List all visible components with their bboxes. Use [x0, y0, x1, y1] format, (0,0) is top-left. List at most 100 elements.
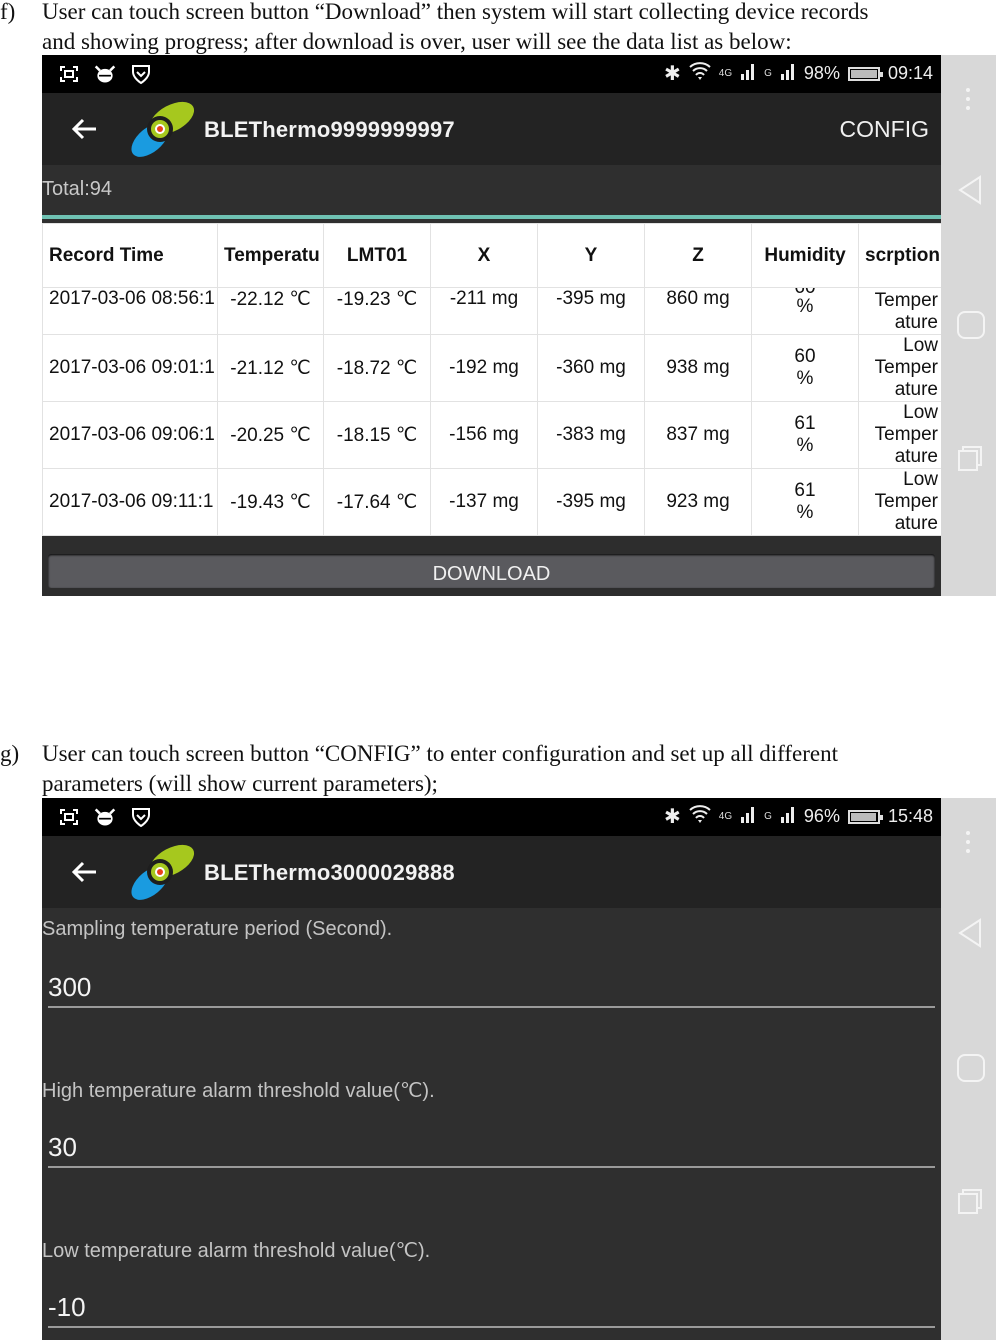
signal-icon-2 — [780, 805, 796, 828]
header-z[interactable]: Z — [644, 223, 752, 288]
menu-dots-icon[interactable] — [965, 830, 971, 854]
section-f-line-2: and showing progress; after download is … — [42, 29, 792, 54]
table-row[interactable]: 2017-03-06 09:06:1 -20.25 ℃ -18.15 ℃ -15… — [42, 401, 942, 469]
header-temperature[interactable]: Temperatu — [217, 223, 324, 288]
cell-description: Low Temper ature — [858, 468, 942, 536]
table-row[interactable]: 2017-03-06 08:56:1 -22.12 ℃ -19.23 ℃ -21… — [42, 287, 942, 335]
wifi-icon — [689, 805, 711, 828]
cell-y: -383 mg — [537, 401, 645, 469]
description-line: Low — [903, 469, 938, 491]
header-x[interactable]: X — [430, 223, 538, 288]
clock: 15:48 — [887, 806, 933, 826]
description-line: Temper — [874, 357, 938, 378]
cell-temperature: -20.25 ℃ — [217, 401, 324, 469]
section-f-marker: f) — [0, 0, 16, 24]
header-lmt01[interactable]: LMT01 — [323, 223, 431, 288]
cell-humidity: 61% — [751, 401, 859, 469]
network-4g-label: 4G — [718, 68, 733, 79]
app-logo-icon — [131, 101, 195, 157]
low-alarm-label: Low temperature alarm threshold value(℃)… — [42, 1240, 431, 1262]
high-alarm-input[interactable]: 30 — [48, 1132, 77, 1163]
cell-x: -211 mg — [430, 287, 538, 335]
cell-temperature: -22.12 ℃ — [217, 287, 324, 335]
nav-home-icon[interactable] — [957, 1054, 985, 1082]
screenshot-config: ✱ 4G G 96% 15:48 BLEThermo3000029888 Sam… — [42, 798, 996, 1340]
cell-x: -137 mg — [430, 468, 538, 536]
nav-recent-apps-icon[interactable] — [958, 1188, 982, 1214]
humidity-unit: % — [796, 368, 814, 389]
description-line: ature — [894, 446, 938, 467]
header-humidity[interactable]: Humidity — [751, 223, 859, 288]
network-g-label: G — [764, 68, 772, 79]
cell-time: 2017-03-06 09:11:1 — [42, 468, 218, 536]
low-alarm-input[interactable]: -10 — [48, 1292, 86, 1323]
cell-time: 2017-03-06 09:06:1 — [42, 401, 218, 469]
config-screen: ✱ 4G G 96% 15:48 BLEThermo3000029888 Sam… — [42, 798, 941, 1340]
bull-app-icon — [94, 63, 116, 85]
cell-z: 923 mg — [644, 468, 752, 536]
menu-dots-icon[interactable] — [965, 87, 971, 111]
wifi-icon — [689, 62, 711, 85]
status-bar: ✱ 4G G 98% 09:14 — [42, 55, 941, 93]
signal-icon — [740, 805, 756, 828]
humidity-value: 60 — [794, 346, 816, 367]
nav-back-icon[interactable] — [957, 918, 983, 948]
sampling-period-input[interactable]: 300 — [48, 972, 91, 1003]
back-arrow-icon[interactable] — [68, 113, 100, 145]
cell-humidity: 60% — [751, 287, 859, 335]
section-f-text: f) User can touch screen button “Downloa… — [0, 0, 996, 57]
cell-z: 860 mg — [644, 287, 752, 335]
signal-icon — [740, 62, 756, 85]
humidity-unit: % — [796, 296, 814, 317]
download-button[interactable]: DOWNLOAD — [48, 554, 935, 588]
back-arrow-icon[interactable] — [68, 856, 100, 888]
header-y[interactable]: Y — [537, 223, 645, 288]
description-line: Low — [903, 335, 938, 357]
cell-description: Low Temper ature — [858, 334, 942, 402]
section-g-text: g) User can touch screen button “CONFIG”… — [0, 739, 996, 799]
cell-time: 2017-03-06 09:01:1 — [42, 334, 218, 402]
device-title: BLEThermo9999999997 — [204, 117, 455, 142]
screenshot-icon — [58, 63, 80, 85]
cell-lmt01: -18.72 ℃ — [323, 334, 431, 402]
total-count: Total:94 — [42, 178, 113, 200]
shield-icon — [130, 63, 152, 85]
config-button[interactable]: CONFIG — [840, 116, 929, 143]
progress-bar — [42, 215, 941, 219]
nav-back-icon[interactable] — [957, 175, 983, 205]
humidity-unit: % — [796, 502, 814, 523]
description-line: Temper — [874, 491, 938, 512]
battery-percent: 96% — [803, 806, 840, 826]
description-line: Temper — [874, 290, 938, 311]
records-table: Record Time Temperatu LMT01 X Y Z Humidi… — [42, 223, 942, 536]
cell-z: 938 mg — [644, 334, 752, 402]
table-row[interactable]: 2017-03-06 09:01:1 -21.12 ℃ -18.72 ℃ -19… — [42, 334, 942, 402]
cell-lmt01: -19.23 ℃ — [323, 287, 431, 335]
download-area: DOWNLOAD — [42, 536, 941, 596]
cell-time: 2017-03-06 08:56:1 — [42, 287, 218, 335]
cell-y: -395 mg — [537, 287, 645, 335]
network-4g-label: 4G — [718, 811, 733, 822]
battery-icon — [847, 809, 883, 824]
shield-icon — [130, 806, 152, 828]
sampling-period-label: Sampling temperature period (Second). — [42, 918, 393, 940]
app-bar: BLEThermo3000029888 — [42, 836, 941, 908]
android-nav-bar — [941, 798, 996, 1340]
android-nav-bar — [941, 55, 996, 596]
app-bar: BLEThermo9999999997 CONFIG — [42, 93, 941, 165]
status-bar: ✱ 4G G 96% 15:48 — [42, 798, 941, 836]
header-description[interactable]: scrption — [858, 223, 942, 288]
nav-home-icon[interactable] — [957, 311, 985, 339]
cell-x: -156 mg — [430, 401, 538, 469]
humidity-unit: % — [796, 435, 814, 456]
cell-description: Low Temper ature — [858, 401, 942, 469]
header-record-time[interactable]: Record Time — [42, 223, 218, 288]
device-title: BLEThermo3000029888 — [204, 860, 455, 885]
cell-temperature: -21.12 ℃ — [217, 334, 324, 402]
description-line: ature — [894, 312, 938, 333]
clock: 09:14 — [887, 63, 933, 83]
nav-recent-apps-icon[interactable] — [958, 445, 982, 471]
cell-description: Temper ature — [858, 287, 942, 335]
cell-lmt01: -18.15 ℃ — [323, 401, 431, 469]
table-row[interactable]: 2017-03-06 09:11:1 -19.43 ℃ -17.64 ℃ -13… — [42, 468, 942, 536]
